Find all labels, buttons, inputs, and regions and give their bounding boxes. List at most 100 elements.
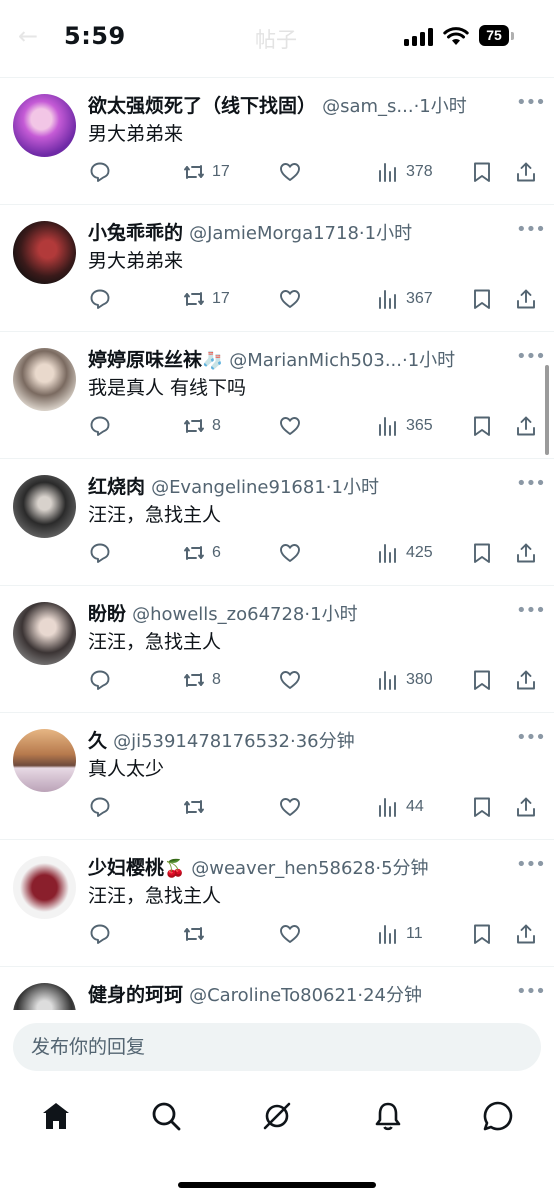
like-button[interactable] [278,666,302,694]
reply-button[interactable] [88,158,112,186]
timestamp[interactable]: 24分钟 [363,985,422,1006]
retweet-button[interactable] [182,920,212,948]
views-button[interactable]: 380 [376,666,433,694]
like-button[interactable] [278,920,302,948]
timestamp[interactable]: 36分钟 [296,731,355,752]
display-name[interactable]: 健身的珂珂 [88,984,183,1006]
bookmark-button[interactable] [470,158,494,186]
like-button[interactable] [278,158,302,186]
timestamp[interactable]: 1小时 [408,350,455,371]
timestamp[interactable]: 5分钟 [381,858,428,879]
reply-feed[interactable]: 欲太强烦死了（线下找固） @sam_s...·1小时 ••• 男大弟弟来 17 … [0,78,554,1010]
avatar[interactable] [13,856,76,919]
views-button[interactable]: 367 [376,285,433,313]
bookmark-button[interactable] [470,285,494,313]
grok-icon[interactable] [261,1100,293,1132]
like-button[interactable] [278,412,302,440]
user-handle[interactable]: @howells_zo64728 [132,604,304,625]
more-options-icon[interactable]: ••• [516,219,546,240]
retweet-button[interactable]: 17 [182,285,230,313]
back-arrow-icon[interactable]: ← [18,22,38,50]
tweet[interactable]: 久 @ji5391478176532·36分钟 ••• 真人太少 44 [0,713,554,840]
user-handle[interactable]: @ji5391478176532 [113,731,290,752]
reply-button[interactable] [88,539,112,567]
avatar[interactable] [13,729,76,792]
home-icon[interactable] [40,1100,72,1132]
home-indicator[interactable] [178,1182,376,1188]
display-name[interactable]: 久 [88,730,107,752]
notifications-icon[interactable] [372,1100,404,1132]
more-options-icon[interactable]: ••• [516,727,546,748]
more-options-icon[interactable]: ••• [516,854,546,875]
share-button[interactable] [514,793,538,821]
avatar[interactable] [13,348,76,411]
more-options-icon[interactable]: ••• [516,346,546,367]
retweet-button[interactable]: 17 [182,158,230,186]
like-button[interactable] [278,793,302,821]
like-button[interactable] [278,285,302,313]
messages-icon[interactable] [482,1100,514,1132]
avatar[interactable] [13,602,76,665]
reply-button[interactable] [88,666,112,694]
display-name[interactable]: 少妇樱桃 [88,857,164,879]
tweet[interactable]: 小兔乖乖的 @JamieMorga1718·1小时 ••• 男大弟弟来 17 3… [0,205,554,332]
share-button[interactable] [514,666,538,694]
views-button[interactable]: 11 [376,920,423,948]
user-handle[interactable]: @weaver_hen58628 [191,858,375,879]
share-button[interactable] [514,412,538,440]
display-name[interactable]: 欲太强烦死了（线下找固） [88,95,316,117]
avatar[interactable] [13,94,76,157]
bookmark-button[interactable] [470,412,494,440]
views-button[interactable]: 44 [376,793,424,821]
share-button[interactable] [514,920,538,948]
display-name[interactable]: 盼盼 [88,603,126,625]
more-options-icon[interactable]: ••• [516,473,546,494]
scrollbar[interactable] [545,365,549,455]
user-handle[interactable]: @MarianMich503... [229,350,402,371]
tweet[interactable]: 少妇樱桃🍒 @weaver_hen58628·5分钟 ••• 汪汪，急找主人 1… [0,840,554,967]
retweet-button[interactable]: 6 [182,539,221,567]
views-button[interactable]: 378 [376,158,433,186]
tweet[interactable]: 欲太强烦死了（线下找固） @sam_s...·1小时 ••• 男大弟弟来 17 … [0,78,554,205]
display-name[interactable]: 红烧肉 [88,476,145,498]
views-button[interactable]: 365 [376,412,433,440]
timestamp[interactable]: 1小时 [365,223,412,244]
user-handle[interactable]: @CarolineTo80621 [189,985,357,1006]
reply-input[interactable]: 发布你的回复 [13,1023,541,1071]
share-button[interactable] [514,539,538,567]
bookmark-button[interactable] [470,793,494,821]
like-button[interactable] [278,539,302,567]
reply-button[interactable] [88,412,112,440]
views-button[interactable]: 425 [376,539,433,567]
user-handle[interactable]: @JamieMorga1718 [189,223,359,244]
reply-button[interactable] [88,793,112,821]
display-name[interactable]: 小兔乖乖的 [88,222,183,244]
timestamp[interactable]: 1小时 [419,96,466,117]
retweet-button[interactable]: 8 [182,412,221,440]
avatar[interactable] [13,983,76,1010]
user-handle[interactable]: @sam_s... [322,96,414,117]
more-options-icon[interactable]: ••• [516,600,546,621]
tweet[interactable]: 健身的珂珂 @CarolineTo80621·24分钟 ••• [0,967,554,1010]
reply-button[interactable] [88,285,112,313]
retweet-button[interactable]: 8 [182,666,221,694]
tweet[interactable]: 婷婷原味丝袜🧦 @MarianMich503...·1小时 ••• 我是真人 有… [0,332,554,459]
bookmark-button[interactable] [470,539,494,567]
timestamp[interactable]: 1小时 [310,604,357,625]
more-options-icon[interactable]: ••• [516,92,546,113]
timestamp[interactable]: 1小时 [332,477,379,498]
share-button[interactable] [514,158,538,186]
tweet[interactable]: 盼盼 @howells_zo64728·1小时 ••• 汪汪，急找主人 8 38… [0,586,554,713]
bookmark-button[interactable] [470,666,494,694]
reply-button[interactable] [88,920,112,948]
bookmark-button[interactable] [470,920,494,948]
retweet-button[interactable] [182,793,212,821]
display-name[interactable]: 婷婷原味丝袜 [88,349,202,371]
share-button[interactable] [514,285,538,313]
user-handle[interactable]: @Evangeline91681 [151,477,326,498]
search-icon[interactable] [150,1100,182,1132]
avatar[interactable] [13,221,76,284]
more-options-icon[interactable]: ••• [516,981,546,1002]
tweet[interactable]: 红烧肉 @Evangeline91681·1小时 ••• 汪汪，急找主人 6 4… [0,459,554,586]
avatar[interactable] [13,475,76,538]
